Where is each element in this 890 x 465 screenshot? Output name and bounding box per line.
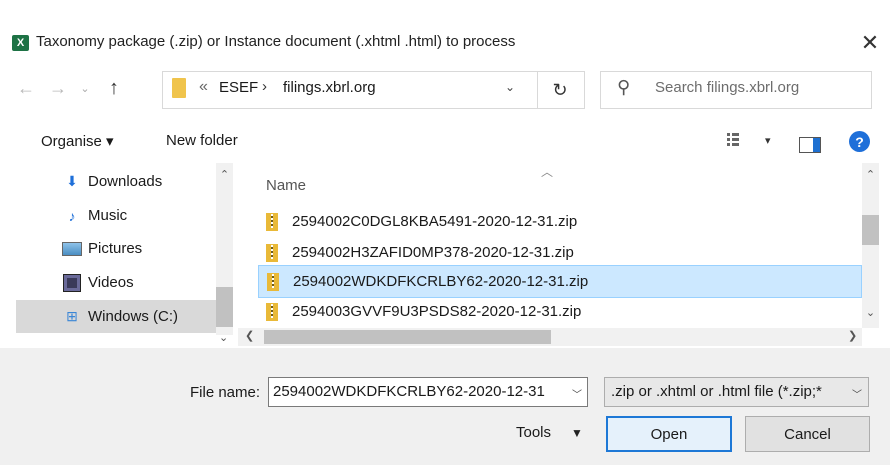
column-header-name[interactable]: Name xyxy=(266,177,306,194)
refresh-button[interactable]: ↻ xyxy=(536,71,585,109)
nav-item-label: Pictures xyxy=(88,240,143,257)
file-list-scrollbar[interactable] xyxy=(862,163,879,328)
address-dropdown-icon[interactable]: ⌄ xyxy=(505,80,515,94)
recent-locations-chevron-icon[interactable]: ⌄ xyxy=(78,80,92,96)
music-icon: ♪ xyxy=(68,207,76,224)
search-icon: ⚲ xyxy=(617,77,631,97)
file-name: 2594002WDKDFKCRLBY62-2020-12-31.zip xyxy=(293,273,589,290)
folder-icon xyxy=(172,78,186,98)
address-overflow-chevron-icon[interactable]: « xyxy=(199,78,208,96)
filter-dropdown-icon[interactable]: ﹀ xyxy=(852,386,862,401)
nav-item-label: Windows (C:) xyxy=(88,308,179,325)
file-name-dropdown-icon[interactable]: ﹀ xyxy=(572,386,582,401)
nav-item-label: Music xyxy=(88,207,128,224)
nav-scroll-up-icon[interactable]: ⌃ xyxy=(216,168,233,184)
open-button[interactable]: Open xyxy=(606,416,732,452)
organise-button[interactable]: Organise ▾ xyxy=(41,132,114,150)
search-placeholder[interactable]: Search filings.xbrl.org xyxy=(655,79,799,96)
list-scroll-down-icon[interactable]: ⌄ xyxy=(862,306,879,319)
scroll-right-icon[interactable]: ❯ xyxy=(848,329,857,342)
file-name: 2594002H3ZAFID0MP378-2020-12-31.zip xyxy=(292,244,574,261)
list-scroll-thumb[interactable] xyxy=(862,215,879,245)
file-name: 2594002C0DGL8KBA5491-2020-12-31.zip xyxy=(292,213,578,230)
zip-file-icon xyxy=(266,243,278,262)
forward-arrow-icon[interactable]: → xyxy=(46,76,70,100)
download-icon: ⬇ xyxy=(66,173,78,189)
nav-scroll-down-icon[interactable]: ⌄ xyxy=(219,331,228,344)
tools-dropdown-icon[interactable]: ▼ xyxy=(571,426,583,440)
nav-item-music[interactable]: ♪ Music xyxy=(16,199,216,232)
file-name: 2594003GVVF9U3PSDS82-2020-12-31.zip xyxy=(292,303,582,320)
close-button[interactable]: ✕ xyxy=(852,28,888,58)
nav-item-label: Downloads xyxy=(88,173,163,190)
drive-icon: ⊞ xyxy=(66,308,78,324)
pictures-icon xyxy=(62,240,82,258)
nav-item-windows-c[interactable]: ⊞ Windows (C:) xyxy=(16,300,216,333)
cancel-button[interactable]: Cancel xyxy=(745,416,870,452)
tools-button[interactable]: Tools xyxy=(516,424,551,441)
breadcrumb-esef[interactable]: ESEF xyxy=(219,79,258,96)
back-arrow-icon[interactable]: ← xyxy=(14,76,38,100)
list-scroll-up-icon[interactable]: ⌃ xyxy=(862,168,879,181)
view-dropdown-icon[interactable]: ▾ xyxy=(765,134,771,147)
view-options-icon[interactable] xyxy=(727,133,739,147)
nav-item-downloads[interactable]: ⬇ Downloads xyxy=(16,165,216,198)
nav-item-label: Videos xyxy=(88,274,134,291)
breadcrumb-separator-icon[interactable]: › xyxy=(262,78,267,95)
file-row[interactable]: 2594003GVVF9U3PSDS82-2020-12-31.zip xyxy=(258,295,862,328)
file-row-selected[interactable]: 2594002WDKDFKCRLBY62-2020-12-31.zip xyxy=(258,265,862,298)
sort-ascending-icon: ︿ xyxy=(541,165,554,179)
videos-icon xyxy=(62,273,82,292)
zip-file-icon xyxy=(266,212,278,231)
file-row[interactable]: 2594002C0DGL8KBA5491-2020-12-31.zip xyxy=(258,205,862,238)
help-icon[interactable]: ? xyxy=(849,131,870,152)
horizontal-scroll-thumb[interactable] xyxy=(264,330,551,344)
excel-app-icon: X xyxy=(12,35,29,51)
nav-item-videos[interactable]: Videos xyxy=(16,266,216,299)
preview-pane-icon[interactable] xyxy=(799,137,821,153)
file-type-filter-select[interactable]: .zip or .xhtml or .html file (*.zip;* xyxy=(604,377,869,407)
dialog-title: Taxonomy package (.zip) or Instance docu… xyxy=(36,33,516,50)
new-folder-button[interactable]: New folder xyxy=(166,132,238,149)
scroll-left-icon[interactable]: ❮ xyxy=(245,329,254,342)
file-name-input[interactable]: 2594002WDKDFKCRLBY62-2020-12-31 xyxy=(268,377,588,407)
up-arrow-icon[interactable]: ↑ xyxy=(104,74,124,102)
nav-scroll-thumb[interactable] xyxy=(216,287,233,327)
zip-file-icon xyxy=(267,272,279,291)
zip-file-icon xyxy=(266,302,278,321)
file-name-label: File name: xyxy=(190,384,261,401)
breadcrumb-filings[interactable]: filings.xbrl.org xyxy=(283,79,376,96)
nav-item-pictures[interactable]: Pictures xyxy=(16,232,216,265)
navigation-pane: ⬇ Downloads ♪ Music Pictures Videos ⊞ Wi… xyxy=(16,163,233,335)
